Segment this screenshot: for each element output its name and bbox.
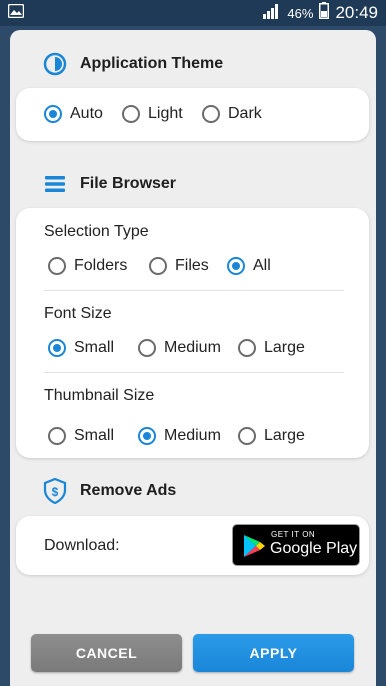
- selection-type-radio-group: Folders Files All: [48, 252, 285, 280]
- radio-checked-icon: [48, 339, 66, 357]
- cancel-button[interactable]: CANCEL: [31, 634, 182, 672]
- font-size-option-medium[interactable]: Medium: [138, 339, 224, 357]
- clock: 20:49: [335, 3, 378, 22]
- theme-icon: [42, 51, 68, 77]
- apply-button[interactable]: APPLY: [193, 634, 354, 672]
- radio-unchecked-icon: [149, 257, 167, 275]
- thumbnail-option-medium[interactable]: Medium: [138, 427, 224, 445]
- battery-percent: 46%: [287, 5, 314, 21]
- font-size-option-large[interactable]: Large: [238, 339, 305, 357]
- radio-unchecked-icon: [202, 105, 220, 123]
- gallery-notification-icon: [7, 3, 25, 23]
- radio-unchecked-icon: [238, 339, 256, 357]
- google-play-badge[interactable]: GET IT ON Google Play: [232, 524, 360, 566]
- theme-option-light[interactable]: Light: [122, 105, 188, 123]
- font-size-option-small[interactable]: Small: [48, 339, 124, 357]
- selection-option-files[interactable]: Files: [149, 257, 213, 275]
- thumbnail-option-small[interactable]: Small: [48, 427, 124, 445]
- radio-checked-icon: [44, 105, 62, 123]
- radio-unchecked-icon: [122, 105, 140, 123]
- battery-icon: [319, 2, 330, 24]
- remove-ads-section-title: Remove Ads: [80, 482, 177, 499]
- radio-checked-icon: [227, 257, 245, 275]
- radio-unchecked-icon: [48, 427, 66, 445]
- theme-section-title: Application Theme: [80, 55, 224, 72]
- thumbnail-size-label: Thumbnail Size: [44, 387, 155, 404]
- file-browser-section-title: File Browser: [80, 175, 177, 192]
- selection-option-folders[interactable]: Folders: [48, 257, 135, 275]
- signal-icon: [263, 3, 281, 24]
- theme-radio-group: Auto Light Dark: [44, 100, 276, 128]
- file-browser-section-header: File Browser: [10, 166, 376, 202]
- badge-title: Google Play: [270, 540, 358, 557]
- divider: [44, 372, 344, 373]
- divider: [44, 290, 344, 291]
- theme-option-dark[interactable]: Dark: [202, 105, 262, 123]
- google-play-icon: [244, 535, 265, 557]
- badge-subtitle: GET IT ON: [271, 530, 316, 539]
- svg-text:$: $: [52, 485, 59, 499]
- remove-ads-card: Download: GET IT ON Google Play: [16, 516, 369, 575]
- download-label: Download:: [44, 537, 120, 554]
- theme-card: Auto Light Dark: [16, 88, 369, 141]
- thumbnail-option-large[interactable]: Large: [238, 427, 305, 445]
- settings-dialog: Application Theme Auto Light Dark File B…: [10, 30, 376, 686]
- radio-unchecked-icon: [138, 339, 156, 357]
- radio-unchecked-icon: [238, 427, 256, 445]
- thumbnail-size-radio-group: Small Medium Large: [48, 422, 319, 450]
- remove-ads-section-header: $ Remove Ads: [10, 473, 376, 509]
- radio-checked-icon: [138, 427, 156, 445]
- font-size-radio-group: Small Medium Large: [48, 334, 319, 362]
- font-size-label: Font Size: [44, 305, 112, 322]
- theme-section-header: Application Theme: [10, 46, 376, 82]
- status-bar: 46% 20:49: [0, 0, 386, 26]
- selection-type-label: Selection Type: [44, 223, 149, 240]
- file-browser-card: Selection Type Folders Files All Font Si…: [16, 208, 369, 458]
- theme-option-auto[interactable]: Auto: [44, 105, 108, 123]
- menu-icon: [42, 171, 68, 197]
- dollar-shield-icon: $: [42, 478, 68, 504]
- radio-unchecked-icon: [48, 257, 66, 275]
- selection-option-all[interactable]: All: [227, 257, 271, 275]
